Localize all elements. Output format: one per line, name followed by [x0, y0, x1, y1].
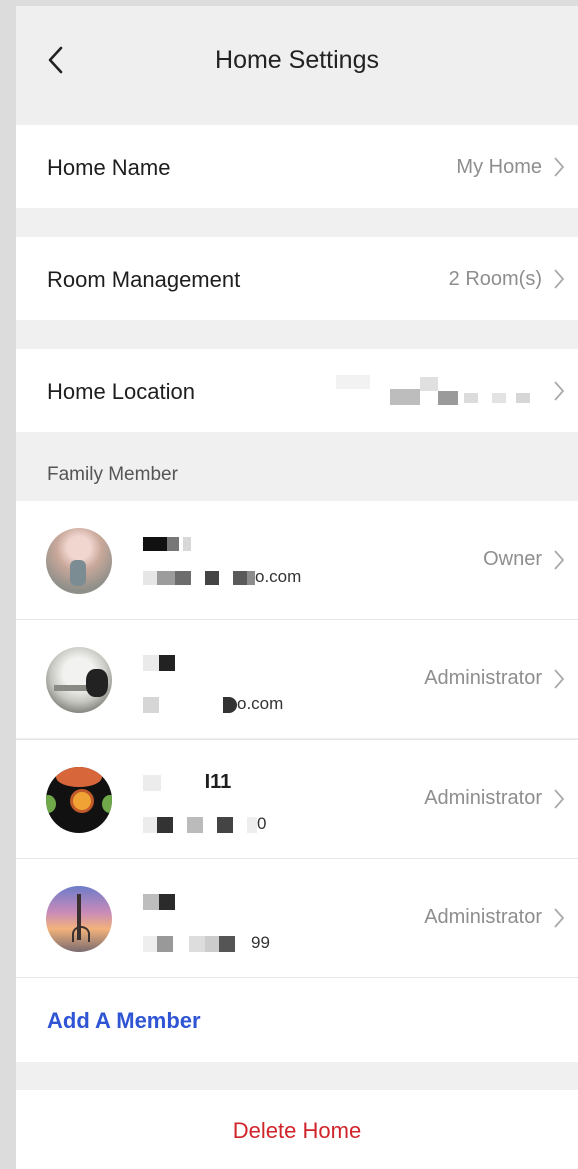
member-row[interactable]: I11 0 Administrator [16, 740, 578, 858]
add-member-row[interactable]: Add A Member [16, 978, 578, 1062]
member-row[interactable]: o.com Owner [16, 501, 578, 619]
page-title: Home Settings [215, 46, 379, 74]
home-name-value: My Home [456, 156, 542, 178]
room-management-row[interactable]: Room Management 2 Room(s) [16, 237, 578, 320]
avatar [46, 767, 112, 833]
chevron-right-icon [554, 269, 565, 289]
home-location-label: Home Location [47, 379, 195, 404]
member-row[interactable]: o.com Administrator [16, 620, 578, 738]
home-location-row[interactable]: Home Location [16, 349, 578, 432]
room-count-value: 2 Room(s) [448, 268, 542, 290]
avatar [46, 886, 112, 952]
home-settings-screen: Home Settings Home Name My Home Room Man… [16, 6, 578, 1169]
avatar [46, 528, 112, 594]
member-email: 99 [143, 933, 270, 955]
member-email: 0 [143, 814, 266, 836]
delete-home-button[interactable]: Delete Home [16, 1118, 578, 1144]
member-name [143, 651, 175, 675]
chevron-right-icon [554, 157, 565, 177]
home-location-value-redacted [306, 371, 546, 411]
member-role: Owner [483, 548, 542, 570]
delete-home-row[interactable]: Delete Home [16, 1090, 578, 1169]
header: Home Settings [16, 6, 578, 124]
member-name [143, 890, 175, 914]
chevron-right-icon [554, 789, 565, 809]
family-member-section-label: Family Member [47, 464, 178, 485]
chevron-right-icon [554, 908, 565, 928]
member-role: Administrator [424, 787, 542, 809]
member-row[interactable]: 99 Administrator [16, 859, 578, 977]
avatar [46, 647, 112, 713]
member-name [143, 532, 191, 556]
home-name-row[interactable]: Home Name My Home [16, 125, 578, 208]
home-name-label: Home Name [47, 155, 171, 180]
member-email: o.com [143, 694, 283, 716]
room-management-label: Room Management [47, 267, 241, 292]
chevron-right-icon [554, 381, 565, 401]
add-member-button[interactable]: Add A Member [47, 1008, 201, 1034]
chevron-right-icon [554, 550, 565, 570]
member-role: Administrator [424, 906, 542, 928]
chevron-right-icon [554, 669, 565, 689]
member-name: I11 [143, 771, 231, 795]
member-email: o.com [143, 567, 301, 589]
member-role: Administrator [424, 667, 542, 689]
